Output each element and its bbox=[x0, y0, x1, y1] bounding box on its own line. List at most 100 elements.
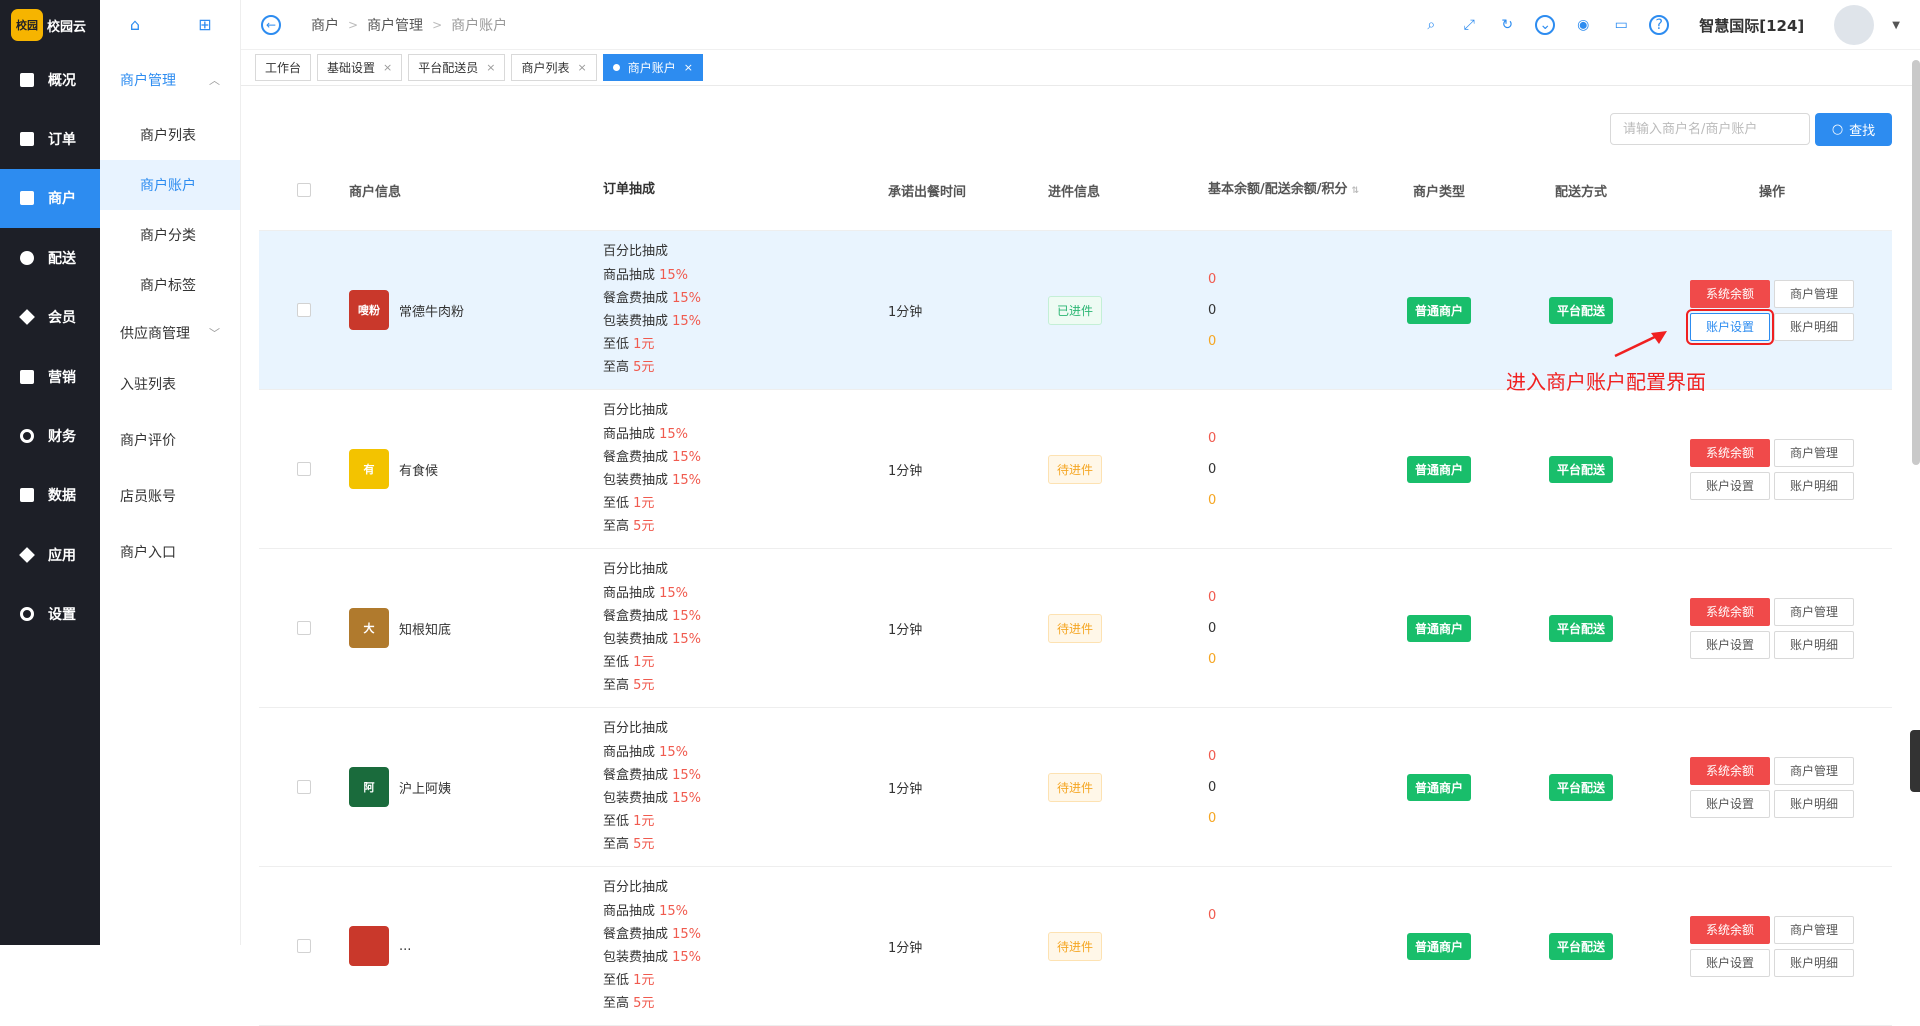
home-icon[interactable]: ⌂ bbox=[126, 16, 144, 34]
commission-value: 1元 bbox=[633, 814, 655, 830]
search-icon[interactable]: ⌕ bbox=[1421, 15, 1441, 35]
type-cell: 普通商户 bbox=[1368, 296, 1510, 324]
balance-value: 0 bbox=[1208, 748, 1217, 764]
merchant-logo: 嗖粉 bbox=[349, 290, 389, 330]
sidebar-item-marketing[interactable]: 营销 bbox=[0, 347, 100, 406]
row-checkbox[interactable] bbox=[297, 780, 311, 794]
row-checkbox[interactable] bbox=[297, 303, 311, 317]
col-header-balance[interactable]: 基本余额/配送余额/积分 ⇅ bbox=[1208, 176, 1368, 205]
sidebar-item-app[interactable]: 应用 bbox=[0, 525, 100, 584]
help-icon[interactable]: ? bbox=[1649, 15, 1670, 35]
commission-label: 餐盒费抽成 bbox=[603, 608, 673, 624]
tab-item[interactable]: 基础设置 × bbox=[317, 54, 403, 81]
close-icon[interactable]: × bbox=[383, 61, 392, 74]
submenu-item[interactable]: 商户账户 bbox=[100, 160, 240, 210]
breadcrumb-item[interactable]: 商户管理 bbox=[367, 15, 423, 35]
account-settings-button[interactable]: 账户设置 bbox=[1690, 789, 1770, 818]
submenu-plain-item[interactable]: 商户入口 bbox=[100, 524, 240, 580]
table-row: ... 百分比抽成 商品抽成 15% 餐盒费抽成 15% 包装费抽成 15% 至低 1元至… bbox=[259, 867, 1892, 1026]
grid-settings-icon[interactable]: ⊞ bbox=[196, 16, 214, 34]
submenu-plain-item[interactable]: 店员账号 bbox=[100, 468, 240, 524]
merchant-manage-button[interactable]: 商户管理 bbox=[1774, 279, 1854, 308]
balance-cell: 0 bbox=[1208, 900, 1368, 993]
account-detail-button[interactable]: 账户明细 bbox=[1774, 948, 1854, 977]
submenu-plain-item[interactable]: 入驻列表 bbox=[100, 356, 240, 412]
account-settings-button[interactable]: 账户设置 bbox=[1690, 471, 1770, 500]
sidebar-item-merchant[interactable]: 商户 bbox=[0, 168, 100, 229]
sidebar-item-order[interactable]: 订单 bbox=[0, 109, 100, 168]
system-balance-button[interactable]: 系统余额 bbox=[1690, 756, 1770, 785]
tab-item[interactable]: 平台配送员 × bbox=[408, 54, 506, 81]
balance-value: 0 bbox=[1208, 810, 1217, 826]
commission-title: 百分比抽成 bbox=[603, 244, 669, 260]
commission-label: 商品抽成 bbox=[603, 426, 660, 442]
row-checkbox[interactable] bbox=[297, 939, 311, 953]
secondary-menu: ⌂ ⊞ 商户管理 ︿ 商户列表 商户账户 商户分类 商户标签 供应商管理 ﹀ 入驻列表… bbox=[100, 0, 241, 945]
submenu-plain-item[interactable]: 商户评价 bbox=[100, 412, 240, 468]
row-checkbox[interactable] bbox=[297, 462, 311, 476]
merchant-manage-button[interactable]: 商户管理 bbox=[1774, 915, 1854, 944]
system-balance-button[interactable]: 系统余额 bbox=[1690, 597, 1770, 626]
page-scrollbar[interactable] bbox=[1912, 60, 1920, 465]
commission-label: 至高 bbox=[603, 519, 634, 535]
caret-down-icon[interactable]: ▼ bbox=[1892, 20, 1900, 31]
shipping-tag: 平台配送 bbox=[1548, 455, 1613, 483]
menu-group-supplier-management[interactable]: 供应商管理 ﹀ bbox=[100, 310, 240, 356]
submenu-item[interactable]: 商户标签 bbox=[100, 260, 240, 310]
sidebar-item-delivery[interactable]: 配送 bbox=[0, 228, 100, 287]
sidebar-item-member[interactable]: 会员 bbox=[0, 288, 100, 347]
account-detail-button[interactable]: 账户明细 bbox=[1774, 312, 1854, 341]
merchant-manage-button[interactable]: 商户管理 bbox=[1774, 756, 1854, 785]
merchant-logo bbox=[349, 926, 389, 966]
back-icon[interactable]: ← bbox=[261, 14, 281, 35]
search-input[interactable] bbox=[1610, 113, 1810, 145]
commission-label: 至高 bbox=[603, 678, 634, 694]
commission-line: 商品抽成 15% bbox=[603, 423, 888, 446]
search-button[interactable]: ○ 查找 bbox=[1815, 113, 1892, 146]
breadcrumb-item[interactable]: 商户 bbox=[311, 15, 339, 35]
dropdown-circle-icon[interactable]: ⌄ bbox=[1535, 15, 1556, 35]
sidebar-item-data[interactable]: 数据 bbox=[0, 466, 100, 525]
ops-cell: 系统余额 商户管理 账户设置 账户明细 bbox=[1652, 279, 1892, 345]
sidebar-item-finance[interactable]: 财务 bbox=[0, 406, 100, 465]
tab-item[interactable]: 商户账户 × bbox=[602, 54, 703, 81]
submenu-item[interactable]: 商户分类 bbox=[100, 210, 240, 260]
brand-logo[interactable]: 校园 校园云 bbox=[0, 0, 100, 50]
close-icon[interactable]: × bbox=[486, 61, 495, 74]
merchant-manage-button[interactable]: 商户管理 bbox=[1774, 438, 1854, 467]
col-header-balance-label: 基本余额/配送余额/积分 bbox=[1208, 181, 1348, 197]
account-detail-button[interactable]: 账户明细 bbox=[1774, 789, 1854, 818]
select-all-checkbox[interactable] bbox=[297, 183, 311, 197]
merchant-info-cell: 阿沪上阿姨 bbox=[349, 767, 603, 807]
avatar[interactable] bbox=[1834, 5, 1875, 45]
side-float-widget[interactable] bbox=[1910, 730, 1920, 792]
submenu-item[interactable]: 商户列表 bbox=[100, 110, 240, 160]
fullscreen-icon[interactable]: ⤢ bbox=[1459, 15, 1479, 35]
commission-label: 包装费抽成 bbox=[603, 791, 673, 806]
account-settings-button[interactable]: 账户设置 bbox=[1690, 630, 1770, 659]
eye-icon[interactable]: ◉ bbox=[1573, 15, 1593, 35]
monitor-icon[interactable]: ▭ bbox=[1611, 15, 1631, 35]
account-detail-button[interactable]: 账户明细 bbox=[1774, 630, 1854, 659]
account-settings-button[interactable]: 账户设置 bbox=[1686, 308, 1774, 345]
user-name[interactable]: 智慧国际[124] bbox=[1699, 15, 1804, 36]
sort-icon[interactable]: ⇅ bbox=[1352, 186, 1360, 196]
search-icon: ○ bbox=[1831, 122, 1844, 137]
close-icon[interactable]: × bbox=[578, 61, 587, 74]
account-detail-button[interactable]: 账户明细 bbox=[1774, 471, 1854, 500]
row-checkbox[interactable] bbox=[297, 621, 311, 635]
account-settings-button[interactable]: 账户设置 bbox=[1690, 948, 1770, 977]
tab-item[interactable]: 工作台 bbox=[255, 54, 312, 81]
close-icon[interactable]: × bbox=[684, 61, 693, 74]
sidebar-item-settings[interactable]: 设置 bbox=[0, 585, 100, 644]
ops-buttons: 系统余额 商户管理 账户设置 账户明细 bbox=[1652, 915, 1892, 977]
refresh-icon[interactable]: ↻ bbox=[1497, 15, 1517, 35]
tab-item[interactable]: 商户列表 × bbox=[511, 54, 597, 81]
commission-label: 至高 bbox=[603, 996, 634, 1012]
system-balance-button[interactable]: 系统余额 bbox=[1690, 438, 1770, 467]
sidebar-item-overview[interactable]: 概况 bbox=[0, 50, 100, 109]
system-balance-button[interactable]: 系统余额 bbox=[1690, 915, 1770, 944]
menu-group-merchant-management[interactable]: 商户管理 ︿ bbox=[100, 50, 240, 110]
system-balance-button[interactable]: 系统余额 bbox=[1690, 279, 1770, 308]
merchant-manage-button[interactable]: 商户管理 bbox=[1774, 597, 1854, 626]
